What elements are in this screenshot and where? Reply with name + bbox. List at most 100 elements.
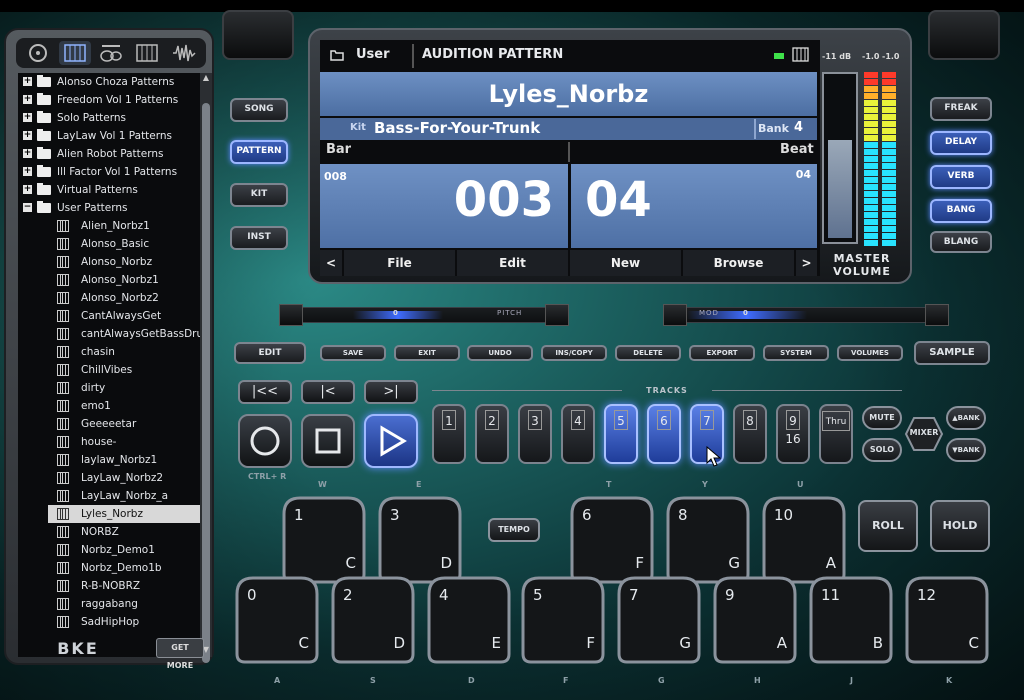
next-button[interactable]: > (796, 250, 817, 276)
track-2-button[interactable]: 2 (475, 404, 509, 464)
bank-down-button[interactable]: ▼BANK (946, 438, 986, 462)
pattern-button[interactable]: PATTERN (230, 140, 288, 164)
track-4-button[interactable]: 4 (561, 404, 595, 464)
pattern-row[interactable]: Norbz_Demo1b (18, 559, 200, 577)
pattern-row[interactable]: Geeeeetar (18, 415, 200, 433)
verb-button[interactable]: VERB (930, 165, 992, 189)
prev-button[interactable]: < (320, 250, 342, 276)
get-more-button[interactable]: GET MORE (156, 638, 204, 670)
expand-icon[interactable]: + (23, 131, 32, 140)
folder-row[interactable]: + Alien Robot Patterns (18, 145, 200, 163)
track-8-button[interactable]: 8 (733, 404, 767, 464)
track-5-button[interactable]: 5 (604, 404, 638, 464)
exit-button[interactable]: EXIT (394, 345, 460, 361)
solo-button[interactable]: SOLO (862, 438, 902, 462)
expand-icon[interactable]: + (23, 95, 32, 104)
pattern-row[interactable]: Alonso_Norbz (18, 253, 200, 271)
folder-row[interactable]: + LayLaw Vol 1 Patterns (18, 127, 200, 145)
pattern-row[interactable]: Alonso_Norbz2 (18, 289, 200, 307)
drum-pad[interactable]: 4E (427, 576, 511, 664)
bang-button[interactable]: BANG (930, 199, 992, 223)
delay-button[interactable]: DELAY (930, 131, 992, 155)
pattern-row[interactable]: Norbz_Demo1 (18, 541, 200, 559)
file-button[interactable]: File (344, 250, 455, 276)
pattern-tab[interactable] (58, 41, 91, 65)
folder-row[interactable]: + Freedom Vol 1 Patterns (18, 91, 200, 109)
pattern-row[interactable]: CantAlwaysGet (18, 307, 200, 325)
pattern-row[interactable]: laylaw_Norbz1 (18, 451, 200, 469)
selected-pattern-row[interactable]: Lyles_Norbz (48, 505, 200, 523)
folder-row[interactable]: + Solo Patterns (18, 109, 200, 127)
ins-copy-button[interactable]: INS/COPY (541, 345, 607, 361)
keyboard-tab[interactable] (131, 41, 163, 65)
back-button[interactable]: |< (301, 380, 355, 404)
folder-row[interactable]: − User Patterns (18, 199, 200, 217)
drum-pad[interactable]: 2D (331, 576, 415, 664)
drum-pad[interactable]: 5F (521, 576, 605, 664)
stop-button[interactable] (301, 414, 355, 468)
track-6-button[interactable]: 6 (647, 404, 681, 464)
pattern-row[interactable]: SadHipHop (18, 613, 200, 631)
pattern-row[interactable]: chasin (18, 343, 200, 361)
drum-pad[interactable]: 7G (617, 576, 701, 664)
pattern-row[interactable]: LayLaw_Norbz2 (18, 469, 200, 487)
inst-button[interactable]: INST (230, 226, 288, 250)
record-button[interactable] (238, 414, 292, 468)
track-3-button[interactable]: 3 (518, 404, 552, 464)
pattern-row[interactable]: dirty (18, 379, 200, 397)
pattern-tree[interactable]: + Alonso Choza Patterns + Freedom Vol 1 Pat… (18, 73, 200, 657)
scroll-up-icon[interactable]: ▲ (201, 73, 211, 85)
tempo-button[interactable]: TEMPO (488, 518, 540, 542)
expand-icon[interactable]: + (23, 149, 32, 158)
pattern-row[interactable]: emo1 (18, 397, 200, 415)
song-button[interactable]: SONG (230, 98, 288, 122)
disk-tab[interactable] (22, 41, 54, 65)
expand-icon[interactable]: + (23, 167, 32, 176)
delete-button[interactable]: DELETE (615, 345, 681, 361)
drum-pad[interactable]: 1C (282, 496, 366, 584)
scroll-thumb[interactable] (202, 103, 210, 663)
new-button[interactable]: New (570, 250, 681, 276)
mixer-button[interactable]: MIXER (904, 416, 944, 452)
waveform-tab[interactable] (168, 41, 200, 65)
track-1-button[interactable]: 1 (432, 404, 466, 464)
bank-up-button[interactable]: ▲BANK (946, 406, 986, 430)
mute-button[interactable]: MUTE (862, 406, 902, 430)
pattern-row[interactable]: R-B-NOBRZ (18, 577, 200, 595)
undo-button[interactable]: UNDO (467, 345, 533, 361)
pattern-row[interactable]: NORBZ (18, 523, 200, 541)
pattern-row[interactable]: Alonso_Norbz1 (18, 271, 200, 289)
expand-icon[interactable]: + (23, 77, 32, 86)
blang-button[interactable]: BLANG (930, 231, 992, 253)
pattern-row[interactable]: Alien_Norbz1 (18, 217, 200, 235)
folder-row[interactable]: + Alonso Choza Patterns (18, 73, 200, 91)
expand-icon[interactable]: + (23, 113, 32, 122)
drum-pad[interactable]: 3D (378, 496, 462, 584)
folder-row[interactable]: + Ill Factor Vol 1 Patterns (18, 163, 200, 181)
drum-pad[interactable]: 6F (570, 496, 654, 584)
drum-pad[interactable]: 8G (666, 496, 750, 584)
drum-pad[interactable]: 12 C (905, 576, 989, 664)
track-9-button[interactable]: 9 16 (776, 404, 810, 464)
sample-button[interactable]: SAMPLE (914, 341, 990, 365)
volume-slider[interactable] (822, 72, 858, 244)
drum-pad[interactable]: 10 A (762, 496, 846, 584)
pattern-row[interactable]: Alonso_Basic (18, 235, 200, 253)
save-button[interactable]: SAVE (320, 345, 386, 361)
freak-button[interactable]: FREAK (930, 97, 992, 121)
edit-softkey[interactable]: Edit (457, 250, 568, 276)
pattern-row[interactable]: house- (18, 433, 200, 451)
edit-button[interactable]: EDIT (234, 342, 306, 364)
drum-pad[interactable]: 9A (713, 576, 797, 664)
browse-button[interactable]: Browse (683, 250, 794, 276)
drumkit-tab[interactable] (95, 41, 127, 65)
mod-slider[interactable]: MOD 0 (663, 304, 949, 326)
expand-icon[interactable]: + (23, 185, 32, 194)
pattern-row[interactable]: raggabang (18, 595, 200, 613)
pattern-row[interactable]: ChillVibes (18, 361, 200, 379)
track-Thru-button[interactable]: Thru (819, 404, 853, 464)
folder-row[interactable]: + Virtual Patterns (18, 181, 200, 199)
rewind-button[interactable]: |<< (238, 380, 292, 404)
export-button[interactable]: EXPORT (689, 345, 755, 361)
expand-icon[interactable]: − (23, 203, 32, 212)
